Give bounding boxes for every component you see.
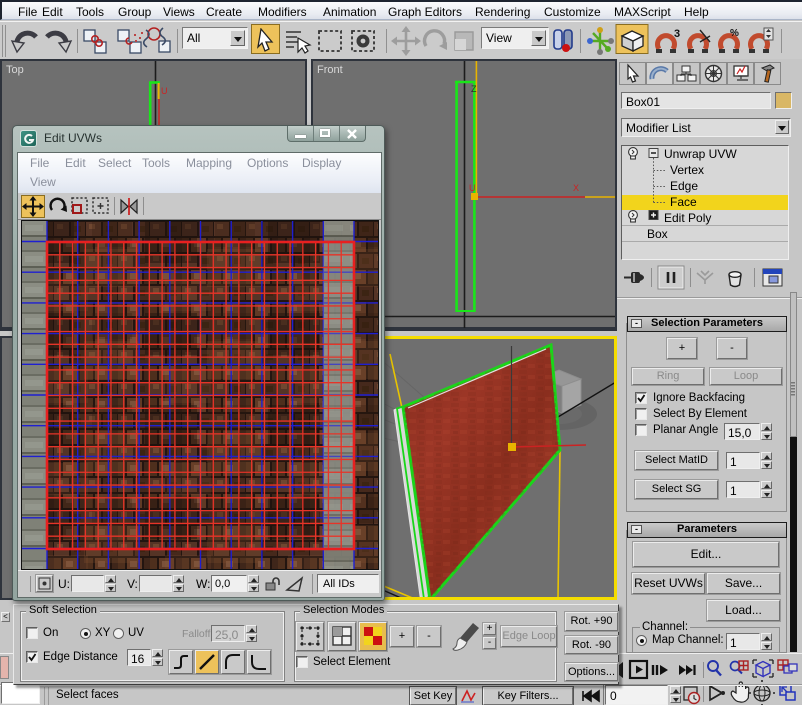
svg-text:X: X [573, 183, 579, 193]
svg-text:3: 3 [674, 28, 680, 40]
svg-text:U: U [161, 86, 168, 96]
svg-text:%: % [730, 28, 739, 39]
svg-text:Z: Z [471, 84, 477, 94]
svg-text:U: U [469, 183, 476, 193]
